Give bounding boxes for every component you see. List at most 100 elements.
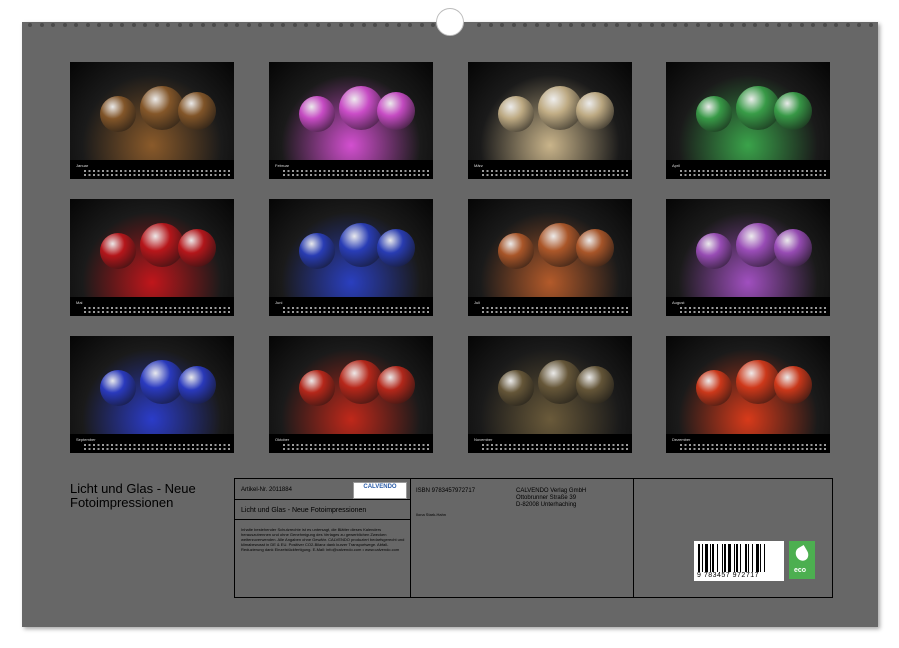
month-name: Dezember (672, 437, 690, 442)
month-photo (70, 336, 234, 434)
barcode-bar (752, 544, 753, 572)
binding-hole (823, 23, 827, 27)
calendar-days-row (482, 307, 628, 309)
binding-hole (304, 23, 308, 27)
isbn: ISBN 9783457972717 (416, 488, 475, 494)
binding-hole (811, 23, 815, 27)
month-page: April (666, 62, 830, 179)
binding-hole (604, 23, 608, 27)
glass-ball (498, 96, 534, 132)
glass-ball (377, 92, 415, 130)
binding-hole (615, 23, 619, 27)
binding-hole (558, 23, 562, 27)
binding-hole (97, 23, 101, 27)
month-page: Mai (70, 199, 234, 316)
month-page: Juni (269, 199, 433, 316)
month-name: Juni (275, 300, 282, 305)
month-photo (666, 62, 830, 160)
calvendo-logo: CALVENDO (353, 482, 407, 499)
binding-hole (800, 23, 804, 27)
month-page: Januar (70, 62, 234, 179)
binding-hole (765, 23, 769, 27)
info-divider (633, 479, 634, 597)
month-photo (269, 336, 433, 434)
month-page: November (468, 336, 632, 453)
month-page: Juli (468, 199, 632, 316)
calendar-days-row (680, 307, 826, 309)
glass-ball (696, 233, 732, 269)
binding-hole (120, 23, 124, 27)
barcode-bar (764, 544, 765, 572)
binding-hole (500, 23, 504, 27)
month-page: Februar (269, 62, 433, 179)
month-name: August (672, 300, 684, 305)
binding-hole (661, 23, 665, 27)
binding-hole (489, 23, 493, 27)
binding-hole (753, 23, 757, 27)
binding-hole (650, 23, 654, 27)
calendar-days-row (680, 311, 826, 313)
binding-hole (350, 23, 354, 27)
calendar-days-row (482, 170, 628, 172)
month-name: Januar (76, 163, 88, 168)
article-number: Artikel-Nr. 2011884 (241, 487, 292, 493)
eco-label: eco (794, 567, 806, 574)
binding-hole (143, 23, 147, 27)
binding-hole (477, 23, 481, 27)
calendar-days-row (680, 444, 826, 446)
glass-ball (178, 229, 216, 267)
info-hrule (235, 499, 410, 500)
calendar-days-row (84, 448, 230, 450)
glass-ball (100, 96, 136, 132)
month-name: Februar (275, 163, 289, 168)
binding-hole (592, 23, 596, 27)
binding-hole (293, 23, 297, 27)
barcode-bar (748, 544, 749, 572)
glass-ball (774, 366, 812, 404)
binding-hole (673, 23, 677, 27)
calendar-days-row (482, 444, 628, 446)
month-photo (269, 199, 433, 297)
month-photo (666, 336, 830, 434)
glass-ball (576, 229, 614, 267)
binding-hole (546, 23, 550, 27)
binding-hole (627, 23, 631, 27)
barcode-bar (736, 544, 738, 572)
binding-hole (339, 23, 343, 27)
binding-hole (281, 23, 285, 27)
month-photo (70, 199, 234, 297)
month-page: August (666, 199, 830, 316)
glass-ball (774, 92, 812, 130)
calendar-days-row (283, 307, 429, 309)
glass-ball (696, 96, 732, 132)
binding-hole (373, 23, 377, 27)
calendar-days-row (84, 170, 230, 172)
glass-ball (100, 370, 136, 406)
binding-hole (178, 23, 182, 27)
binding-hole (420, 23, 424, 27)
barcode-bar (712, 544, 714, 572)
binding-hole (523, 23, 527, 27)
barcode-bar (705, 544, 708, 572)
binding-hole (431, 23, 435, 27)
barcode-bar (734, 544, 735, 572)
month-name: September (76, 437, 96, 442)
binding-hole (86, 23, 90, 27)
binding-hole (28, 23, 32, 27)
info-hrule (235, 519, 410, 520)
binding-hole (857, 23, 861, 27)
binding-hole (166, 23, 170, 27)
publisher-street: Ottobrunner Straße 39 (516, 495, 576, 501)
binding-hole (638, 23, 642, 27)
binding-hole (362, 23, 366, 27)
calendar-days-row (283, 170, 429, 172)
month-photo (468, 62, 632, 160)
binding-hole (512, 23, 516, 27)
month-photo (666, 199, 830, 297)
binding-hole (270, 23, 274, 27)
calendar-days-row (482, 311, 628, 313)
barcode-bar (724, 544, 726, 572)
calendar-title: Licht und Glas - Neue Fotoimpressionen (70, 482, 220, 510)
calendar-days-row (482, 174, 628, 176)
info-box: Artikel-Nr. 2011884 CALVENDO Licht und G… (234, 478, 833, 598)
